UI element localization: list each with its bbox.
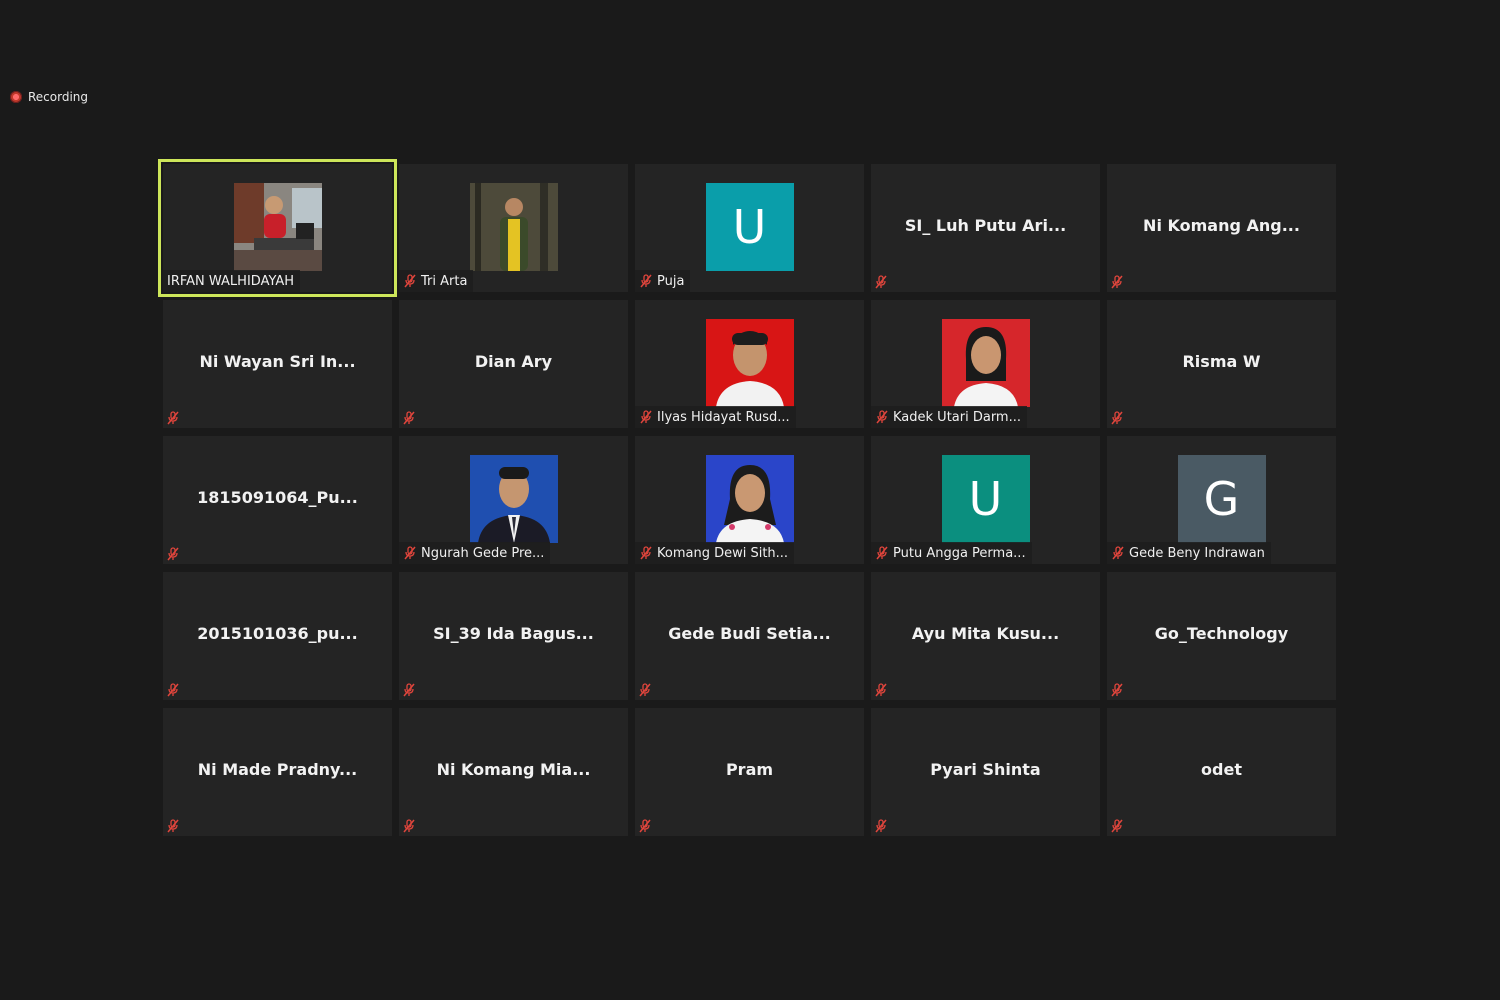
participant-tile[interactable]: Ngurah Gede Pre... [399,436,628,564]
participant-tile[interactable]: Ayu Mita Kusu... [871,572,1100,700]
participant-tile[interactable]: Ilyas Hidayat Rusd... [635,300,864,428]
muted-mic-icon [402,683,416,697]
muted-mic-icon [402,411,416,425]
avatar-letter: G [1203,472,1240,526]
participant-video [705,319,794,407]
participant-tile[interactable]: Pram [635,708,864,836]
participant-name: SI_39 Ida Bagus... [433,624,594,643]
participant-name: 1815091064_Pu... [197,488,358,507]
participant-name: Pyari Shinta [930,760,1041,779]
avatar-letter: U [968,472,1003,526]
participant-video [941,319,1030,407]
participant-tile[interactable]: Komang Dewi Sith... [635,436,864,564]
participant-tile[interactable]: Ni Wayan Sri In... [163,300,392,428]
participant-name-label: Komang Dewi Sith... [635,542,795,564]
participant-name: Ni Made Pradny... [197,760,358,779]
participant-tile[interactable]: G Gede Beny Indrawan [1107,436,1336,564]
participant-name: Go_Technology [1154,624,1289,643]
muted-mic-icon [1110,411,1124,425]
muted-mic-icon [639,274,653,288]
participant-name: Risma W [1182,352,1261,371]
participant-name: Gede Budi Setia... [668,624,831,643]
participant-tile[interactable]: Pyari Shinta [871,708,1100,836]
participant-name: SI_ Luh Putu Ari... [904,216,1067,235]
participant-name: Ngurah Gede Pre... [421,545,545,561]
muted-mic-icon [874,819,888,833]
participant-name-label: Gede Beny Indrawan [1107,542,1271,564]
participant-name: Tri Arta [421,273,468,289]
participant-gallery: IRFAN WALHIDAYAH Tri Arta U Puja SI_ Luh P… [158,159,1336,836]
muted-mic-icon [403,274,417,288]
muted-mic-icon [875,546,889,560]
participant-tile[interactable]: Dian Ary [399,300,628,428]
participant-name: 2015101036_pu... [197,624,358,643]
participant-tile[interactable]: Ni Komang Ang... [1107,164,1336,292]
participant-name: Putu Angga Perma... [893,545,1026,561]
recording-indicator[interactable]: Recording [10,90,88,104]
participant-tile[interactable]: Kadek Utari Darm... [871,300,1100,428]
avatar: U [705,183,794,271]
participant-video [469,183,558,271]
recording-dot-icon [10,91,22,103]
participant-name-label: Puja [635,270,691,292]
participant-name: odet [1201,760,1242,779]
participant-name-label: Kadek Utari Darm... [871,406,1027,428]
participant-name-label: Putu Angga Perma... [871,542,1032,564]
muted-mic-icon [1110,819,1124,833]
muted-mic-icon [166,683,180,697]
recording-label: Recording [28,90,89,104]
participant-tile[interactable]: U Putu Angga Perma... [871,436,1100,564]
participant-tile[interactable]: Ni Made Pradny... [163,708,392,836]
participant-name-label: Ilyas Hidayat Rusd... [635,406,796,428]
participant-tile[interactable]: Ni Komang Mia... [399,708,628,836]
muted-mic-icon [639,410,653,424]
participant-name: Ilyas Hidayat Rusd... [657,409,790,425]
participant-name-label: Ngurah Gede Pre... [399,542,551,564]
muted-mic-icon [166,819,180,833]
avatar-letter: U [732,200,767,254]
participant-name: Komang Dewi Sith... [657,545,789,561]
participant-name: Ayu Mita Kusu... [911,624,1060,643]
participant-name: Kadek Utari Darm... [893,409,1021,425]
avatar: G [1177,455,1266,543]
participant-name: Ni Wayan Sri In... [199,352,356,371]
participant-video [705,455,794,543]
muted-mic-icon [1111,546,1125,560]
participant-tile[interactable]: 1815091064_Pu... [163,436,392,564]
participant-tile[interactable]: SI_ Luh Putu Ari... [871,164,1100,292]
participant-name: Ni Komang Mia... [436,760,591,779]
muted-mic-icon [875,410,889,424]
participant-name-label: IRFAN WALHIDAYAH [163,270,301,292]
participant-tile[interactable]: odet [1107,708,1336,836]
muted-mic-icon [639,546,653,560]
participant-tile[interactable]: Gede Budi Setia... [635,572,864,700]
muted-mic-icon [403,546,417,560]
participant-name: Dian Ary [474,352,553,371]
participant-tile[interactable]: IRFAN WALHIDAYAH [158,159,397,297]
participant-tile[interactable]: 2015101036_pu... [163,572,392,700]
muted-mic-icon [638,819,652,833]
muted-mic-icon [874,275,888,289]
participant-video [233,183,322,271]
muted-mic-icon [402,819,416,833]
participant-tile[interactable]: Go_Technology [1107,572,1336,700]
participant-tile[interactable]: U Puja [635,164,864,292]
muted-mic-icon [1110,683,1124,697]
muted-mic-icon [874,683,888,697]
participant-video [469,455,558,543]
participant-name: Pram [725,760,774,779]
muted-mic-icon [166,411,180,425]
participant-tile[interactable]: Tri Arta [399,164,628,292]
muted-mic-icon [1110,275,1124,289]
participant-tile[interactable]: SI_39 Ida Bagus... [399,572,628,700]
avatar: U [941,455,1030,543]
participant-tile[interactable]: Risma W [1107,300,1336,428]
participant-name: Ni Komang Ang... [1143,216,1300,235]
muted-mic-icon [638,683,652,697]
participant-name: Gede Beny Indrawan [1129,545,1265,561]
participant-name: Puja [657,273,685,289]
muted-mic-icon [166,547,180,561]
participant-name-label: Tri Arta [399,270,474,292]
participant-name: IRFAN WALHIDAYAH [167,273,295,289]
